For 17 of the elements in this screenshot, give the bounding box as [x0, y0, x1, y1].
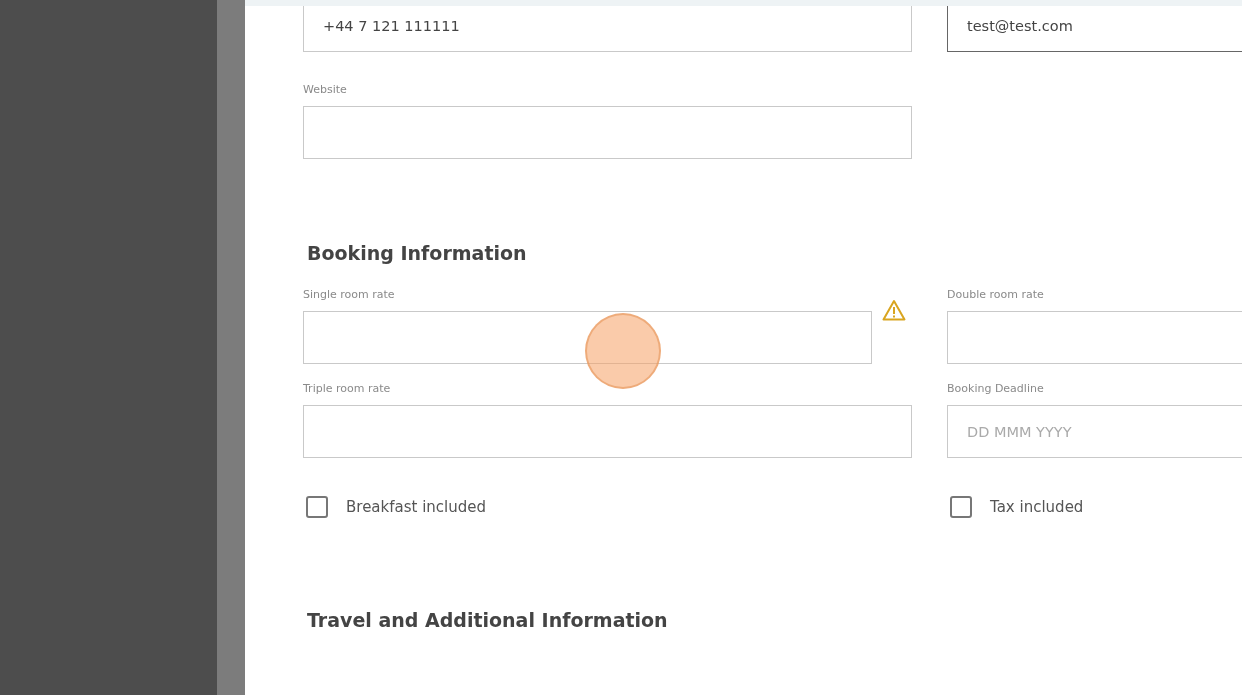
section-heading: Travel and Additional Information: [307, 608, 669, 632]
field-label: Website: [303, 83, 348, 98]
input-field[interactable]: [303, 106, 912, 159]
input-field[interactable]: [303, 311, 872, 364]
input-field[interactable]: [947, 311, 1242, 364]
checkbox-label: Tax included: [990, 498, 1084, 516]
warning-icon: [882, 299, 906, 321]
field-label: Triple room rate: [303, 382, 392, 397]
checkbox-label: Breakfast included: [346, 498, 487, 516]
field-label: Double room rate: [947, 288, 1045, 303]
field-label: Booking Deadline: [947, 382, 1045, 397]
checkbox[interactable]: [306, 496, 328, 518]
input-field[interactable]: DD MMM YYYY: [947, 405, 1242, 458]
checkbox[interactable]: [950, 496, 972, 518]
input-field[interactable]: [303, 405, 912, 458]
field-label: Single room rate: [303, 288, 396, 303]
section-heading: Booking Information: [307, 241, 528, 265]
